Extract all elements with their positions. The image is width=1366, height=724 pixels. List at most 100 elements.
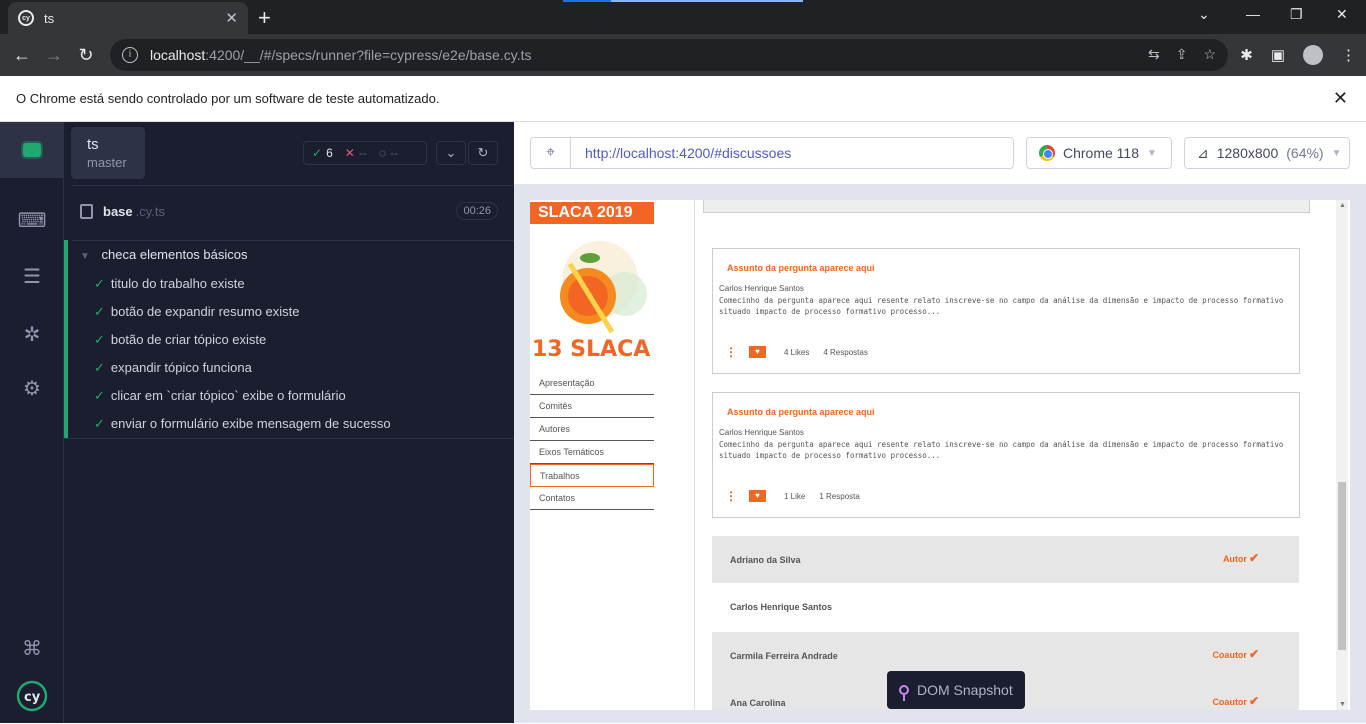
reload-icon[interactable]: ↻ xyxy=(70,45,102,66)
snapshot-label: DOM Snapshot xyxy=(917,682,1013,698)
divider xyxy=(64,438,514,439)
cypress-logo-icon: cy xyxy=(16,680,48,712)
profile-avatar-icon[interactable] xyxy=(1303,45,1323,65)
collapse-all-button[interactable]: ⌄ xyxy=(436,141,466,165)
specs-nav-button[interactable]: ⌨ xyxy=(0,192,64,248)
app-under-test-panel: ⌖ http://localhost:4200/#discussoes Chro… xyxy=(514,122,1366,723)
restore-icon[interactable]: ❐ xyxy=(1290,6,1303,23)
site-info-icon[interactable]: i xyxy=(122,47,138,63)
double-check-icon: ✔ xyxy=(1248,694,1259,708)
test-suite: ▼ checa elementos básicos ✓ titulo do tra… xyxy=(64,240,514,438)
dom-snapshot-badge: DOM Snapshot xyxy=(887,671,1025,709)
menu-item-comites[interactable]: Comitês xyxy=(530,395,654,418)
bookmark-star-icon[interactable]: ☆ xyxy=(1203,46,1216,63)
fail-x-icon: ✕ xyxy=(344,146,355,160)
author-name: Carmila Ferreira Andrade xyxy=(730,650,838,661)
suite-header[interactable]: ▼ checa elementos básicos xyxy=(80,247,248,262)
scrollbar-thumb[interactable] xyxy=(1338,482,1346,650)
restart-icon: ↻ xyxy=(477,145,489,160)
question-subject[interactable]: Assunto da pergunta aparece aqui xyxy=(727,407,875,417)
test-item[interactable]: ✓ botão de criar tópico existe xyxy=(94,332,266,348)
aut-header: ⌖ http://localhost:4200/#discussoes Chro… xyxy=(514,122,1366,184)
spec-title-row[interactable]: base .cy.ts 00:26 xyxy=(80,202,498,220)
more-options-icon[interactable]: ⋮ xyxy=(725,489,737,503)
browser-selector[interactable]: Chrome 118 ▼ xyxy=(1026,137,1172,169)
menu-kebab-icon[interactable]: ⋮ xyxy=(1341,46,1356,64)
side-panel-icon[interactable]: ▣ xyxy=(1271,46,1285,64)
window-close-icon[interactable]: ✕ xyxy=(1336,6,1348,23)
author-role: Autor ✔ xyxy=(1222,551,1259,565)
viewport-size-info[interactable]: ⊿ 1280x800 (64%) ▼ xyxy=(1184,137,1350,169)
translate-icon[interactable]: ⇆ xyxy=(1148,46,1160,63)
new-tab-icon[interactable]: + xyxy=(258,5,271,31)
cypress-logo[interactable]: cy xyxy=(0,668,64,724)
page-scrollbar[interactable]: ▲ ▼ xyxy=(1336,200,1348,710)
content-divider xyxy=(694,200,695,710)
answers-count[interactable]: 4 Respostas xyxy=(823,348,867,357)
pass-check-icon: ✓ xyxy=(94,332,105,347)
runs-list-nav-button[interactable]: ☰ xyxy=(0,248,64,304)
aut-url: http://localhost:4200/#discussoes xyxy=(585,145,792,161)
more-options-icon[interactable]: ⋮ xyxy=(725,345,737,359)
list-check-icon: ☰ xyxy=(23,265,41,288)
question-card[interactable]: Assunto da pergunta aparece aqui Carlos … xyxy=(712,248,1300,374)
address-bar[interactable]: i localhost :4200/__/#/specs/runner?file… xyxy=(110,39,1228,71)
rerun-button[interactable]: ↻ xyxy=(468,141,498,165)
menu-item-eixos[interactable]: Eixos Temáticos xyxy=(530,441,654,464)
author-role: Coautor ✔ xyxy=(1212,647,1259,661)
settings-nav-button[interactable]: ⚙ xyxy=(0,360,64,416)
browser-titlebar: cy ts ✕ + ⌄ — ❐ ✕ xyxy=(0,0,1366,34)
menu-item-apresentacao[interactable]: Apresentação xyxy=(530,372,654,395)
test-item[interactable]: ✓ clicar em `criar tópico` exibe o formul… xyxy=(94,388,346,404)
like-heart-icon[interactable]: ♥ xyxy=(749,490,766,502)
extensions-icon[interactable]: ✱ xyxy=(1240,46,1253,64)
forward-icon[interactable]: → xyxy=(38,45,70,66)
orange-logo-icon: 13 SLACA xyxy=(532,241,650,362)
menu-item-trabalhos[interactable]: Trabalhos xyxy=(530,464,654,487)
site-header: SLACA 2019 xyxy=(530,202,654,224)
pending-count: -- xyxy=(389,146,398,160)
cypress-favicon-icon: cy xyxy=(18,10,34,26)
like-heart-icon[interactable]: ♥ xyxy=(749,346,766,358)
test-item[interactable]: ✓ titulo do trabalho existe xyxy=(94,276,245,292)
test-item[interactable]: ✓ enviar o formulário exibe mensagem de s… xyxy=(94,416,391,432)
ruler-icon: ⊿ xyxy=(1197,144,1209,161)
author-row: Adriano da Silva Autor ✔ xyxy=(712,536,1299,583)
share-icon[interactable]: ⇪ xyxy=(1176,46,1188,63)
tab-close-icon[interactable]: ✕ xyxy=(225,9,238,27)
browser-tab[interactable]: cy ts ✕ xyxy=(8,2,248,34)
chevron-down-icon[interactable]: ⌄ xyxy=(1198,6,1210,23)
scroll-down-icon[interactable]: ▼ xyxy=(1339,701,1346,708)
infobar-close-icon[interactable]: ✕ xyxy=(1333,88,1348,109)
test-item[interactable]: ✓ expandir tópico funciona xyxy=(94,360,252,376)
debug-nav-button[interactable]: ✲ xyxy=(0,306,64,362)
author-role: Coautor ✔ xyxy=(1212,694,1259,708)
scroll-up-icon[interactable]: ▲ xyxy=(1339,202,1346,209)
gear-icon: ⚙ xyxy=(23,377,41,400)
test-title: titulo do trabalho existe xyxy=(110,276,245,291)
automation-infobar: O Chrome está sendo controlado por um so… xyxy=(0,76,1366,122)
test-item[interactable]: ✓ botão de expandir resumo existe xyxy=(94,304,300,320)
loading-indicator xyxy=(563,0,803,2)
question-author: Carlos Henrique Santos xyxy=(719,428,804,437)
svg-text:cy: cy xyxy=(24,690,41,705)
pass-check-icon: ✓ xyxy=(94,276,105,291)
minimize-icon[interactable]: — xyxy=(1246,6,1260,22)
viewport-scale: (64%) xyxy=(1286,145,1324,161)
author-row: Carlos Henrique Santos xyxy=(712,583,1299,630)
runs-nav-button[interactable] xyxy=(0,122,64,178)
pass-check-icon: ✓ xyxy=(94,416,105,431)
question-card[interactable]: Assunto da pergunta aparece aqui Carlos … xyxy=(712,392,1300,518)
back-icon[interactable]: ← xyxy=(6,45,38,66)
test-title: botão de expandir resumo existe xyxy=(110,304,300,319)
aut-url-bar[interactable]: ⌖ http://localhost:4200/#discussoes xyxy=(530,137,1014,169)
pass-check-icon: ✓ xyxy=(94,388,105,403)
selector-playground-icon[interactable]: ⌖ xyxy=(531,138,571,168)
answers-count[interactable]: 1 Resposta xyxy=(819,492,859,501)
question-subject[interactable]: Assunto da pergunta aparece aqui xyxy=(727,263,875,273)
project-name: ts xyxy=(87,136,99,153)
menu-item-autores[interactable]: Autores xyxy=(530,418,654,441)
address-host: localhost xyxy=(150,47,206,63)
pass-check-icon: ✓ xyxy=(312,146,323,160)
menu-item-contatos[interactable]: Contatos xyxy=(530,487,654,510)
